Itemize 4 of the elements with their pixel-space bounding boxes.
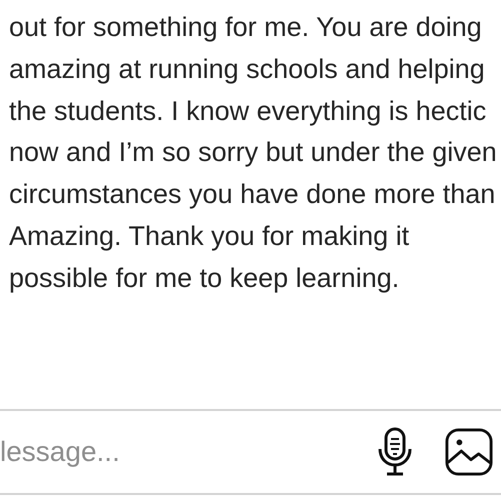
image-icon[interactable] bbox=[445, 428, 493, 476]
message-input[interactable]: lessage... bbox=[0, 436, 377, 468]
message-text: out for something for me. You are doing amazing at running schools and helping the students. I know everything is hectic now and I’m so sorry but under the given circumstances you have done more than Amazing. Thank you for making it possible for me to keep learning. bbox=[9, 11, 497, 295]
microphone-icon[interactable] bbox=[377, 427, 413, 477]
